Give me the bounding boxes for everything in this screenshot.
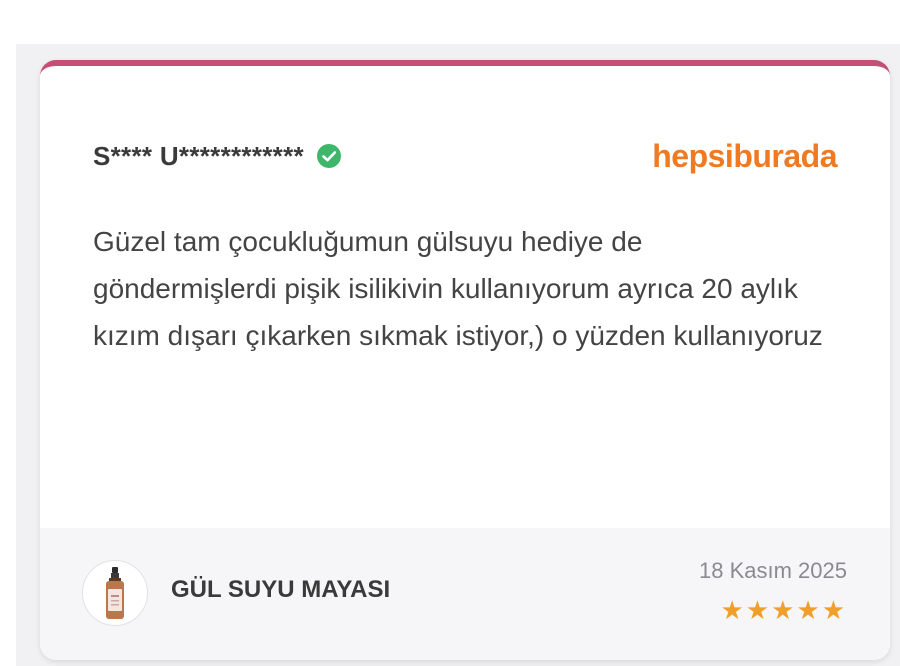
product-thumbnail[interactable]	[82, 560, 148, 626]
verified-check-icon	[316, 144, 341, 168]
star-rating: ★ ★ ★ ★ ★	[720, 595, 845, 625]
star-icon: ★	[796, 595, 820, 625]
review-carousel-area: S**** U************ hepsiburada Güzel ta…	[16, 44, 900, 666]
reviewer-name: S**** U************	[93, 140, 304, 171]
review-date: 18 Kasım 2025	[699, 558, 847, 583]
review-footer: GÜL SUYU MAYASI 18 Kasım 2025 ★ ★ ★ ★ ★	[40, 528, 890, 660]
review-header: S**** U************ hepsiburada	[93, 138, 837, 174]
star-icon: ★	[745, 595, 770, 625]
reviewer: S**** U************	[93, 141, 342, 172]
review-text: Güzel tam çocukluğumun gülsuyu hediye de…	[93, 226, 823, 351]
product-name[interactable]: GÜL SUYU MAYASI	[171, 576, 390, 604]
review-card: S**** U************ hepsiburada Güzel ta…	[40, 60, 890, 660]
star-icon: ★	[821, 595, 845, 625]
star-icon: ★	[720, 595, 744, 625]
hepsiburada-logo: hepsiburada	[652, 137, 837, 174]
spray-bottle-icon	[106, 567, 124, 619]
star-icon: ★	[771, 595, 795, 625]
